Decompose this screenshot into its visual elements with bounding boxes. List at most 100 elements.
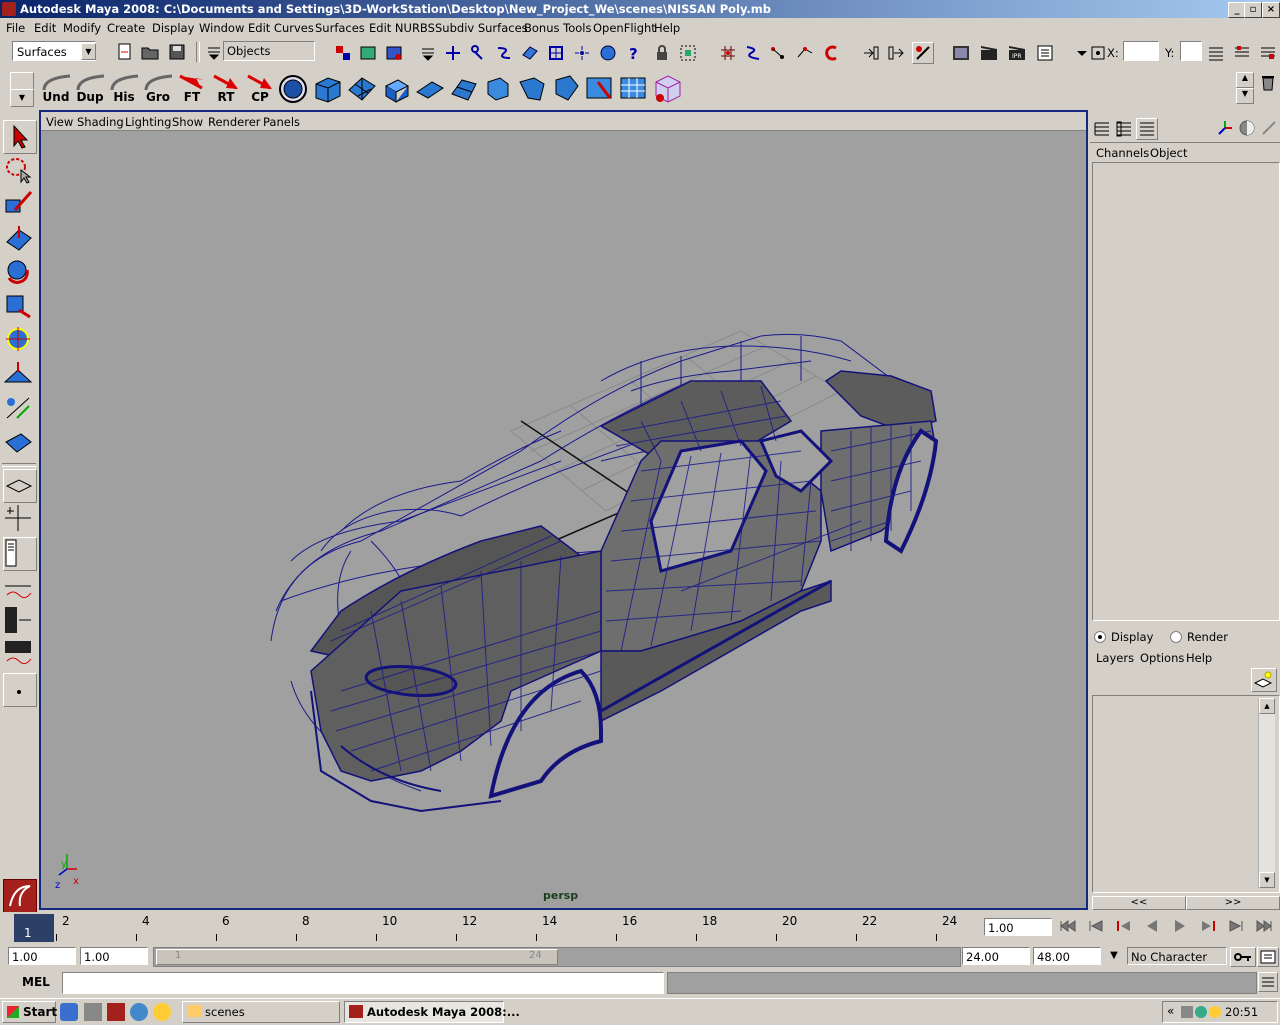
current-time-field[interactable]: 1.00 [984,918,1052,936]
time-slider-track[interactable]: 1 [12,914,980,942]
playback-end-field[interactable]: 24.00 [962,947,1030,965]
viewport-menu-renderer[interactable]: Renderer [208,115,261,129]
construction-history-icon[interactable] [912,42,934,64]
network-icon[interactable] [1195,1006,1207,1018]
shelf-birail-button[interactable] [516,72,548,104]
end-time-field[interactable]: 48.00 [1033,947,1101,965]
viewport-menu-panels[interactable]: Panels [263,115,300,129]
selection-mode-field[interactable]: Objects [223,41,315,61]
rotate-tool-icon[interactable] [3,256,35,288]
character-set-menu[interactable]: ▼ [1104,947,1124,965]
menu-help[interactable]: Help [654,21,680,35]
last-tool-used-icon[interactable] [3,426,35,458]
scroll-right-button[interactable]: >> [1186,896,1280,910]
command-input[interactable] [62,972,664,994]
maya-quicklaunch-icon[interactable] [107,1003,125,1021]
soft-modification-icon[interactable] [3,358,35,390]
media-player-icon[interactable] [130,1003,148,1021]
select-handles-icon[interactable] [443,43,463,63]
object-menu[interactable]: Object [1150,146,1187,160]
chevron-down-icon[interactable]: ▼ [1259,872,1275,888]
layout-menu-button[interactable] [3,673,37,707]
shelf-group-button[interactable]: Gro [142,72,174,104]
shelf-nurbs-cube-button[interactable] [312,72,344,104]
layers-menu[interactable]: Layers [1096,651,1134,665]
menu-openflight[interactable]: OpenFlight [593,21,656,35]
snap-to-view-planes-icon[interactable] [795,43,815,63]
shelf-scroll-up[interactable]: ▲ [1236,72,1254,88]
mask-menu-icon[interactable] [418,43,438,63]
shelf-trim-tool-button[interactable] [584,72,616,104]
chevron-up-icon[interactable]: ▲ [1259,698,1275,714]
menuset-dropdown[interactable]: Surfaces ▼ [12,41,96,61]
shelf-scroll-down[interactable]: ▼ [1236,88,1254,104]
select-curves-icon[interactable] [494,43,514,63]
channel-box-layer-editor-icon[interactable] [1136,118,1158,140]
select-surfaces-icon[interactable] [520,43,540,63]
select-misc-icon[interactable]: ? [624,43,644,63]
input-connections-icon[interactable] [861,43,881,63]
viewport-menu-shading[interactable]: Shading [77,115,124,129]
menu-modify[interactable]: Modify [63,21,101,35]
current-frame-marker[interactable] [14,914,54,942]
shelf-insert-isoparms-button[interactable] [652,72,684,104]
rotate-manip-icon[interactable] [1237,118,1257,138]
step-forward-key-icon[interactable] [1197,916,1219,936]
viewport-menu-lighting[interactable]: Lighting [125,115,171,129]
menu-edit[interactable]: Edit [34,21,56,35]
shelf-freeze-transforms-button[interactable]: FT [176,72,208,104]
show-channel-box-icon[interactable] [1258,43,1278,63]
absolute-transform-icon[interactable] [1088,43,1108,63]
trash-icon[interactable] [1258,72,1278,92]
channel-box-only-icon[interactable] [1092,119,1112,139]
selection-mode-menu-icon[interactable] [204,42,224,62]
lasso-tool-icon[interactable] [3,154,35,186]
select-tool-icon[interactable] [3,120,37,154]
new-scene-icon[interactable] [114,42,134,62]
script-editor-icon[interactable] [1258,972,1278,992]
range-slider-track[interactable]: 1 24 [153,947,961,967]
lock-selection-icon[interactable] [652,43,672,63]
paint-select-tool-icon[interactable] [3,188,35,220]
move-manip-icon[interactable] [1215,118,1235,138]
animation-preferences-icon[interactable] [1257,947,1279,967]
select-rendering-icon[interactable] [598,43,618,63]
layer-list-scrollbar[interactable]: ▲ ▼ [1258,698,1275,888]
step-forward-frame-icon[interactable] [1225,916,1247,936]
snap-to-points-icon[interactable] [768,43,788,63]
render-current-frame-icon[interactable] [979,43,999,63]
shelf-tabs-button[interactable] [10,72,34,90]
menu-surfaces[interactable]: Surfaces [315,21,365,35]
shelf-loft-button[interactable] [448,72,480,104]
security-icon[interactable] [1209,1006,1221,1018]
show-tool-settings-icon[interactable] [1232,43,1252,63]
shelf-nurbs-sphere-button[interactable] [278,72,310,104]
shelf-attach-button[interactable] [618,72,650,104]
show-attribute-editor-icon[interactable] [1206,43,1226,63]
render-radio[interactable] [1170,631,1182,643]
step-back-key-icon[interactable] [1113,916,1135,936]
snap-to-grids-icon[interactable] [718,43,738,63]
auto-keyframe-icon[interactable] [1230,947,1256,967]
shelf-nurbs-plane-button[interactable] [346,72,378,104]
shelf-planar-button[interactable] [414,72,446,104]
select-dynamics-icon[interactable] [572,43,592,63]
go-to-end-icon[interactable] [1253,916,1275,936]
render-view-icon[interactable] [951,43,971,63]
persp-graph-layout-icon[interactable] [3,571,35,603]
render-globals-icon[interactable] [1035,43,1055,63]
universal-manipulator-icon[interactable] [3,324,35,356]
start-button[interactable]: Start [2,1001,57,1023]
messenger-icon[interactable] [153,1003,171,1021]
time-slider[interactable]: 1 2 4 6 8 10 12 14 16 18 20 22 24 1.00 [0,912,1280,942]
menu-file[interactable]: File [6,21,25,35]
move-tool-icon[interactable] [3,222,35,254]
character-set-field[interactable]: No Character Set [1127,947,1227,982]
task-scenes[interactable]: scenes [182,1001,340,1023]
show-desktop-icon[interactable] [84,1003,102,1021]
scroll-left-button[interactable]: << [1092,896,1186,910]
scale-manip-icon[interactable] [1259,118,1279,138]
shelf-extrude-button[interactable] [380,72,412,104]
y-input[interactable] [1180,41,1202,61]
single-perspective-layout-icon[interactable] [3,469,37,503]
